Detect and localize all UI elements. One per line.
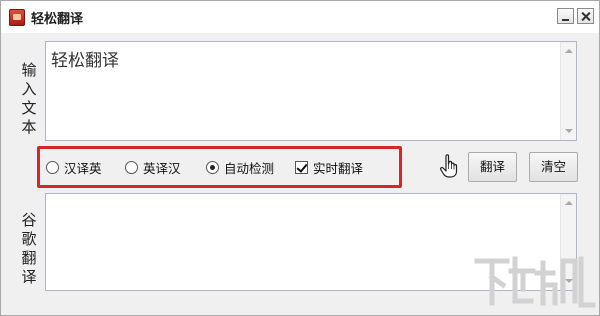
radio-chinese-to-english[interactable]: [46, 160, 59, 174]
option-label: 汉译英: [64, 160, 102, 176]
minimize-button[interactable]: [557, 8, 574, 24]
option-label: 英译汉: [143, 160, 181, 176]
scroll-down-icon[interactable]: [565, 129, 573, 133]
radio-auto-detect[interactable]: [206, 160, 219, 174]
title-bar: 轻松翻译: [1, 1, 599, 33]
app-window: 轻松翻译 输入文本 轻松翻译 汉译英 英译汉 自动检测 实时翻译 翻译 清空 谷…: [0, 0, 600, 316]
scroll-up-icon[interactable]: [565, 201, 573, 205]
google-translate-label: 谷歌翻译: [21, 211, 37, 286]
scroll-up-icon[interactable]: [565, 49, 573, 53]
input-scrollbar[interactable]: [560, 42, 576, 140]
input-text-label: 输入文本: [21, 61, 37, 136]
input-textarea[interactable]: 轻松翻译: [45, 41, 577, 141]
app-icon: [9, 9, 25, 26]
option-auto-detect[interactable]: 自动检测: [206, 159, 275, 176]
input-text-value: 轻松翻译: [51, 51, 119, 71]
clear-button[interactable]: 清空: [529, 152, 578, 182]
option-chinese-to-english[interactable]: 汉译英: [46, 159, 102, 176]
radio-english-to-chinese[interactable]: [125, 160, 138, 174]
close-button[interactable]: [577, 8, 594, 24]
option-label: 自动检测: [224, 160, 275, 176]
translate-button[interactable]: 翻译: [468, 152, 517, 182]
hand-pointer-icon[interactable]: [438, 153, 460, 179]
option-english-to-chinese[interactable]: 英译汉: [125, 159, 181, 176]
option-realtime-translate[interactable]: 实时翻译: [295, 159, 364, 176]
option-label: 实时翻译: [313, 160, 364, 176]
watermark-logo: [474, 256, 596, 308]
window-title: 轻松翻译: [31, 12, 84, 27]
checkbox-realtime-translate[interactable]: [295, 160, 308, 174]
